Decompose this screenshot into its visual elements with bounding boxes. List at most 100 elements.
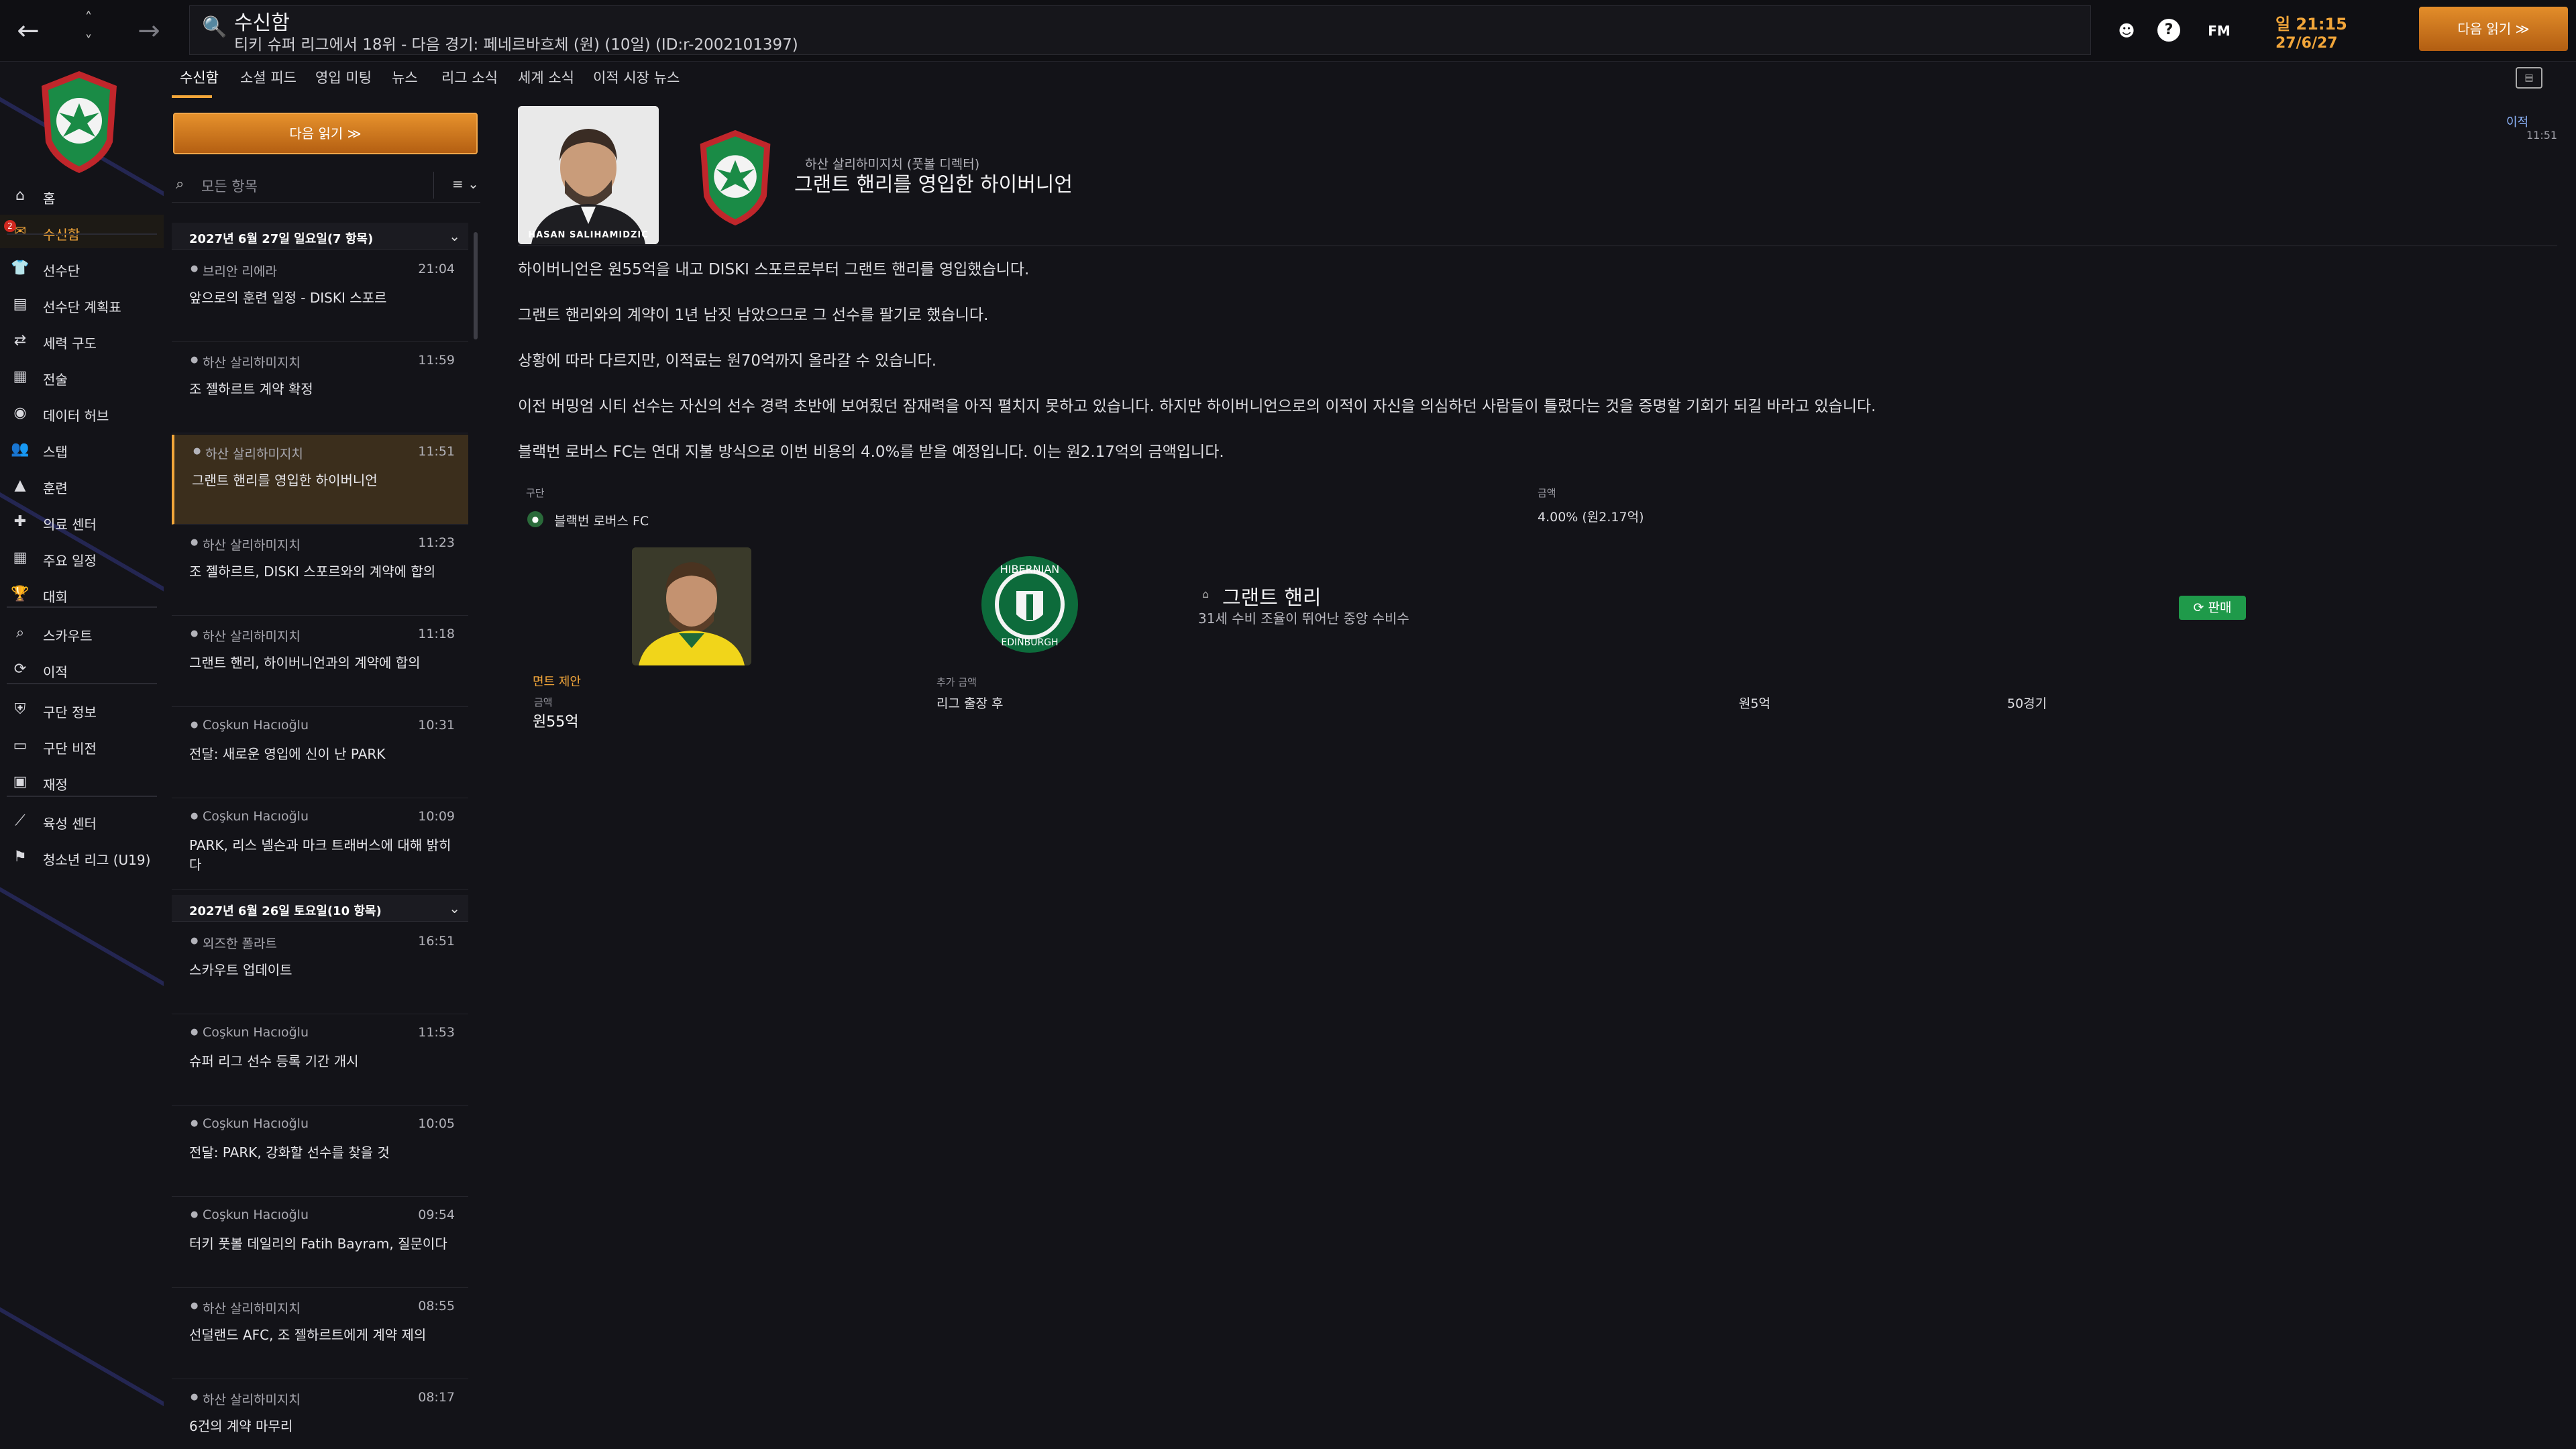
inbox-message[interactable]: ● 외즈한 폴라트 16:51 스카우트 업데이트 <box>172 924 468 1014</box>
date-time[interactable]: 일 21:15 27/6/27 <box>2261 7 2395 54</box>
inbox-message[interactable]: ● Coşkun Hacıoğlu 11:53 슈퍼 리그 선수 등록 기간 개시 <box>172 1016 468 1106</box>
tab-social-feed[interactable]: 소셜 피드 <box>240 67 297 87</box>
sidebar-item-calendar[interactable]: ▦ 주요 일정 <box>0 541 164 574</box>
sidebar-item-club-info[interactable]: ⛨ 구단 정보 <box>0 692 164 726</box>
fm-menu-button[interactable]: FM <box>2204 16 2234 46</box>
sidebar-item-tactics[interactable]: ▦ 전술 <box>0 360 164 393</box>
player-name[interactable]: 그랜트 핸리 <box>1222 581 1322 610</box>
fee-value: 원55억 <box>533 714 579 731</box>
continue-button[interactable]: 다음 읽기 ≫ <box>2419 7 2568 51</box>
transfers-icon: ⟳ <box>13 661 27 678</box>
sidebar-item-transfers[interactable]: ⟳ 이적 <box>0 652 164 686</box>
sidebar-item-data-hub[interactable]: ◉ 데이터 허브 <box>0 396 164 429</box>
shirt-icon: 👕 <box>11 260 30 276</box>
sidebar-item-youth[interactable]: ⚑ 청소년 리그 (U19) <box>0 840 164 873</box>
inbox-message[interactable]: ● 하산 살리하미지치 11:23 조 젤하르트, DISKI 스포르와의 계약에 합… <box>172 526 468 616</box>
tab-transfer-news[interactable]: 이적 시장 뉴스 <box>593 67 680 87</box>
sidebar-item-dynamics[interactable]: ⇄ 세력 구도 <box>0 323 164 357</box>
sidebar-item-label: 육성 센터 <box>43 816 97 832</box>
inbox-message[interactable]: ● Coşkun Hacıoğlu 10:05 전달: PARK, 강화할 선수를 찾… <box>172 1107 468 1197</box>
inbox-message[interactable]: ● 하산 살리하미지치 08:55 선덜랜드 AFC, 조 젤하르트에게 계약 제의 <box>172 1289 468 1379</box>
addon-condition: 리그 출장 후 <box>936 696 1004 711</box>
filter-menu-icon[interactable]: ≡ ⌄ <box>452 176 479 192</box>
message-subject: 조 젤하르트, DISKI 스포르와의 계약에 합의 <box>189 564 436 580</box>
filter-row: ⌕ 모든 항목 ≡ ⌄ <box>172 168 480 203</box>
chevron-down-icon[interactable]: ⌄ <box>449 228 460 244</box>
title-bar[interactable]: 🔍 수신함 티키 슈퍼 리그에서 18위 - 다음 경기: 페네르바흐체 (원)… <box>189 5 2091 55</box>
message-time: 10:31 <box>418 718 455 733</box>
sidebar-item-trophy[interactable]: 🏆 대회 <box>0 577 164 610</box>
message-sender: 하산 살리하미지치 <box>205 447 303 462</box>
message-subject: 그랜트 핸리, 하이버니언과의 계약에 합의 <box>189 655 421 671</box>
print-icon[interactable]: ▤ <box>2516 67 2542 89</box>
sidebar-item-inbox[interactable]: ✉ 수신함 2 <box>0 215 164 248</box>
tab-world-news[interactable]: 세계 소식 <box>518 67 574 87</box>
current-date: 27/6/27 <box>2275 35 2338 52</box>
sidebar-item-finances[interactable]: ▣ 재정 <box>0 765 164 798</box>
message-time: 10:05 <box>418 1116 455 1131</box>
person-icon: ● <box>191 811 199 821</box>
tab-recruitment-meeting[interactable]: 영입 미팅 <box>315 67 372 87</box>
tab-inbox[interactable]: 수신함 <box>180 67 219 87</box>
staff-photo[interactable]: HASAN SALIHAMIDZIC <box>518 106 659 244</box>
inbox-message[interactable]: ● 하산 살리하미지치 11:18 그랜트 핸리, 하이버니언과의 계약에 합의 <box>172 617 468 707</box>
hibernian-crest-icon[interactable]: HIBERNIAN EDINBURGH <box>979 554 1080 655</box>
tab-league-news[interactable]: 리그 소식 <box>441 67 498 87</box>
sidebar-item-staff[interactable]: 👥 스탭 <box>0 432 164 466</box>
day-header[interactable]: 2027년 6월 27일 일요일(7 항목) ⌄ <box>172 223 468 250</box>
inbox-message[interactable]: ● Coşkun Hacıoğlu 09:54 터키 풋볼 데일리의 Fatih Ba… <box>172 1198 468 1288</box>
inbox-message[interactable]: ● 하산 살리하미지치 11:59 조 젤하르트 계약 확정 <box>172 343 468 433</box>
inbox-message[interactable]: ● Coşkun Hacıoğlu 10:31 전달: 새로운 영입에 신이 난 PA… <box>172 708 468 798</box>
player-photo[interactable] <box>632 547 751 665</box>
sidebar-item-clipboard[interactable]: ▤ 선수단 계획표 <box>0 287 164 321</box>
continue-inbox-button[interactable]: 다음 읽기 ≫ <box>173 113 478 154</box>
scrollbar[interactable] <box>474 232 478 339</box>
inbox-message[interactable]: ● 하산 살리하미지치 11:51 그랜트 핸리를 영입한 하이버니언 <box>172 435 468 525</box>
message-sender: 하산 살리하미지치 <box>203 538 301 553</box>
message-time: 16:51 <box>418 934 455 949</box>
sidebar-item-shirt[interactable]: 👕 선수단 <box>0 251 164 284</box>
tab-news[interactable]: 뉴스 <box>392 67 418 87</box>
filter-input[interactable]: 모든 항목 <box>201 176 258 196</box>
person-icon: ● <box>191 1392 199 1402</box>
message-sender: Coşkun Hacıoğlu <box>203 718 309 733</box>
message-subject: 조 젤하르트 계약 확정 <box>189 381 313 397</box>
sidebar-item-home[interactable]: ⌂ 홈 <box>0 178 164 212</box>
club-name[interactable]: 블랙번 로버스 FC <box>554 511 649 529</box>
fee-label: 금액 <box>534 696 553 708</box>
message-time: 08:55 <box>418 1299 455 1313</box>
club-crest-icon[interactable] <box>38 68 121 176</box>
person-icon: ● <box>191 936 199 946</box>
day-header[interactable]: 2027년 6월 26일 토요일(10 항목) ⌄ <box>172 895 468 922</box>
sale-status-badge[interactable]: ⟳ 판매 <box>2179 596 2246 620</box>
help-icon[interactable]: ? <box>2157 19 2180 42</box>
message-sender: Coşkun Hacıoğlu <box>203 1116 309 1131</box>
search-icon[interactable]: 🔍 <box>202 15 227 39</box>
sidebar-item-development[interactable]: ⟋ 육성 센터 <box>0 804 164 837</box>
inbox-message[interactable]: ● Coşkun Hacıoğlu 10:09 PARK, 리스 넬슨과 마크 트래버… <box>172 800 468 890</box>
article-paragraph: 하이버니언은 원55억을 내고 DISKI 스포르로부터 그랜트 핸리를 영입했… <box>518 261 1030 278</box>
up-down-icon[interactable]: ˄ ˅ <box>75 7 102 54</box>
profile-icon[interactable]: ☻ <box>2112 16 2141 46</box>
person-icon: ● <box>191 264 199 274</box>
back-arrow-icon[interactable]: ← <box>7 9 50 52</box>
clipboard-icon: ▤ <box>13 296 28 313</box>
transfer-tag[interactable]: 이적 <box>2506 113 2528 130</box>
person-icon: ● <box>191 720 199 730</box>
staff-portrait-icon <box>518 106 659 244</box>
amount-label: 금액 <box>1538 487 1556 499</box>
development-icon: ⟋ <box>15 812 25 829</box>
player-portrait-icon <box>632 547 751 665</box>
forward-arrow-icon[interactable]: → <box>127 9 170 52</box>
sidebar-item-club-vision[interactable]: ▭ 구단 비전 <box>0 729 164 762</box>
inbox-message[interactable]: ● 하산 살리하미지치 08:17 6건의 계약 마무리 <box>172 1381 468 1449</box>
message-sender: Coşkun Hacıoğlu <box>203 809 309 824</box>
inbox-message[interactable]: ● 브리안 리에라 21:04 앞으로의 훈련 일정 - DISKI 스포르 <box>172 252 468 342</box>
sidebar-item-training[interactable]: ▲ 훈련 <box>0 468 164 502</box>
sidebar-item-scouting[interactable]: ⌕ 스카우트 <box>0 616 164 649</box>
sidebar-item-medical[interactable]: ✚ 의료 센터 <box>0 504 164 538</box>
club-crest-icon[interactable] <box>696 127 774 228</box>
message-subject: 터키 풋볼 데일리의 Fatih Bayram, 질문이다 <box>189 1236 447 1252</box>
tactics-icon: ▦ <box>13 368 28 385</box>
chevron-down-icon[interactable]: ⌄ <box>449 900 460 916</box>
